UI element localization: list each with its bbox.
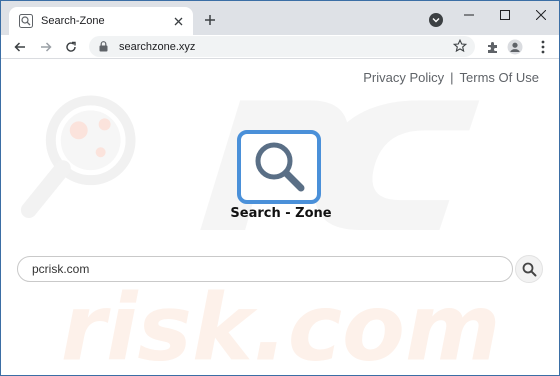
tab-search-button[interactable] xyxy=(429,13,443,27)
search-input[interactable] xyxy=(32,262,512,276)
tab-title: Search-Zone xyxy=(41,15,105,27)
tab-strip: Search-Zone xyxy=(1,1,559,35)
new-tab-button[interactable] xyxy=(201,11,219,29)
address-bar[interactable]: searchzone.xyz xyxy=(89,36,475,57)
close-window-button[interactable] xyxy=(523,1,559,29)
reload-button[interactable] xyxy=(62,38,80,56)
search-zone-logo-icon xyxy=(237,130,321,204)
menu-kebab-icon[interactable] xyxy=(534,38,552,56)
terms-of-use-link[interactable]: Terms Of Use xyxy=(460,70,539,85)
back-button[interactable] xyxy=(11,38,29,56)
tab-search-zone[interactable]: Search-Zone xyxy=(9,7,193,35)
search-icon xyxy=(522,262,536,276)
privacy-policy-link[interactable]: Privacy Policy xyxy=(363,70,444,85)
minimize-button[interactable] xyxy=(451,1,487,29)
page-content: risk.com Privacy Policy | Terms Of Use S… xyxy=(1,60,559,376)
forward-button[interactable] xyxy=(37,38,55,56)
search-button[interactable] xyxy=(515,255,543,283)
url-text: searchzone.xyz xyxy=(119,40,196,53)
search-box xyxy=(17,256,513,282)
maximize-button[interactable] xyxy=(487,1,523,29)
browser-window: Search-Zone searchzone.xyz risk.com Priv… xyxy=(0,0,560,376)
window-controls xyxy=(451,1,559,29)
close-tab-icon[interactable] xyxy=(171,14,185,28)
magnifier-favicon-icon xyxy=(19,14,33,28)
top-links: Privacy Policy | Terms Of Use xyxy=(363,70,539,85)
link-separator: | xyxy=(450,70,454,85)
lock-icon[interactable] xyxy=(99,41,109,53)
profile-avatar-icon[interactable] xyxy=(506,38,524,56)
brand-name: Search - Zone xyxy=(230,206,332,221)
svg-text:risk.com: risk.com xyxy=(61,274,501,376)
browser-toolbar: searchzone.xyz xyxy=(1,35,559,59)
extensions-icon[interactable] xyxy=(483,38,501,56)
bookmark-star-icon[interactable] xyxy=(452,38,468,53)
